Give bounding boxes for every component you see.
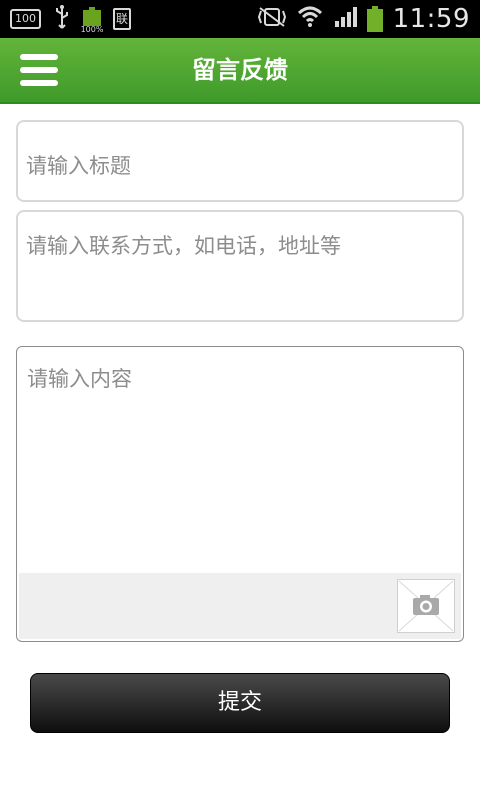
status-bar: 100 100% 联 11:59: [0, 0, 480, 38]
title-placeholder: 请输入标题: [26, 154, 131, 178]
content-placeholder: 请输入内容: [27, 367, 132, 391]
title-input[interactable]: 请输入标题: [16, 120, 464, 202]
battery-icon: 100%: [81, 7, 103, 34]
camera-button[interactable]: [397, 579, 455, 633]
contact-placeholder: 请输入联系方式，如电话，地址等: [26, 234, 341, 258]
vibrate-icon: [257, 6, 287, 32]
storage-indicator: 100: [10, 9, 41, 29]
battery-icon: [366, 6, 383, 32]
sim-icon: 联: [113, 8, 131, 30]
signal-icon: [333, 5, 357, 33]
usb-icon: [53, 4, 71, 34]
camera-icon: [398, 580, 454, 632]
attachment-bar: [19, 573, 461, 639]
submit-button[interactable]: 提交: [30, 673, 450, 733]
page-title: 留言反馈: [192, 56, 288, 84]
contact-input[interactable]: 请输入联系方式，如电话，地址等: [16, 210, 464, 322]
content-textarea[interactable]: 请输入内容: [16, 346, 464, 642]
app-header: 留言反馈: [0, 38, 480, 104]
clock: 11:59: [392, 4, 470, 34]
wifi-icon: [297, 5, 323, 33]
